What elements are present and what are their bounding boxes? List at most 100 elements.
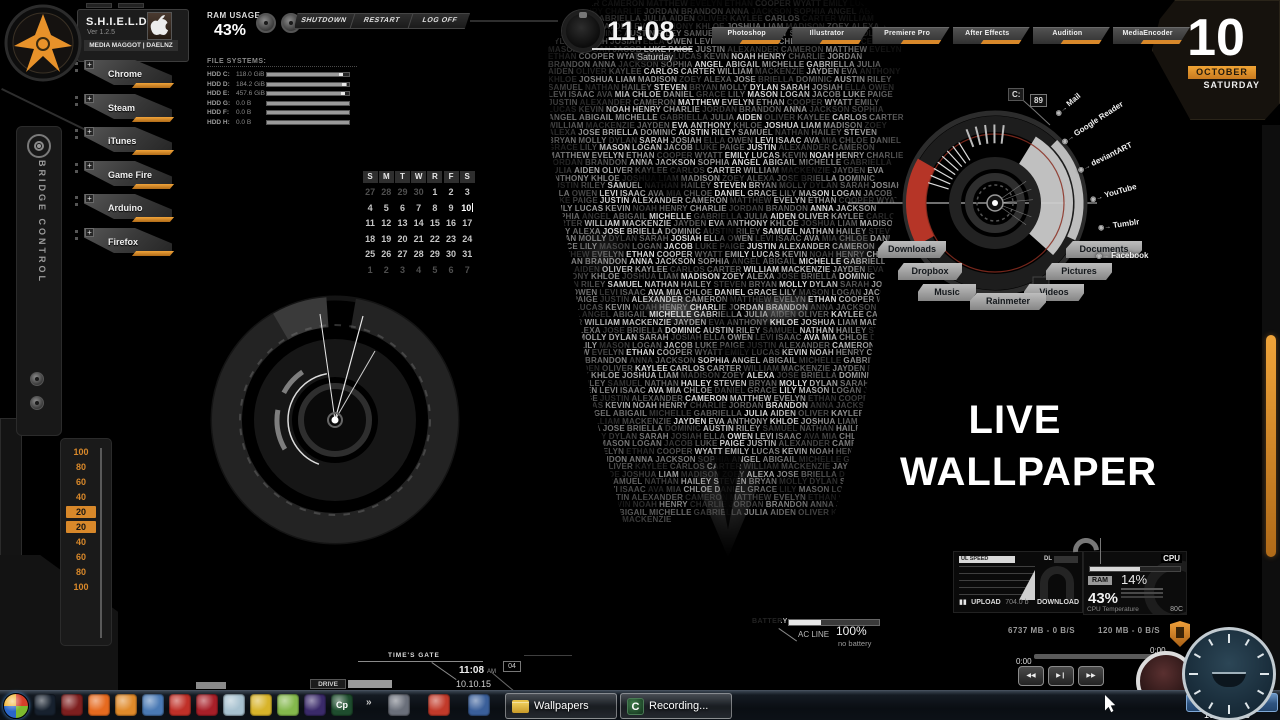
- launcher-game-fire[interactable]: Game Fire +: [75, 161, 180, 191]
- add-icon[interactable]: +: [85, 94, 94, 103]
- launcher-arduino[interactable]: Arduino +: [75, 194, 180, 224]
- link-facebook[interactable]: ◉→ Facebook: [1096, 251, 1148, 260]
- task-wallpapers[interactable]: Wallpapers: [505, 693, 617, 719]
- folder-dropbox[interactable]: Dropbox: [898, 263, 962, 280]
- calendar-day[interactable]: 24: [460, 232, 475, 248]
- calendar-day[interactable]: 11: [363, 216, 378, 232]
- bamboo-paper-icon[interactable]: [223, 694, 245, 716]
- autocad-icon[interactable]: [196, 694, 218, 716]
- calendar-day[interactable]: 22: [427, 232, 442, 248]
- calendar-day[interactable]: 27: [363, 185, 378, 201]
- calendar-day[interactable]: 18: [363, 232, 378, 248]
- calendar-day[interactable]: 12: [379, 216, 394, 232]
- captivate-icon[interactable]: Cp: [331, 694, 353, 716]
- add-icon[interactable]: +: [85, 60, 94, 69]
- calendar-day[interactable]: 17: [460, 216, 475, 232]
- media-center-icon[interactable]: [468, 694, 490, 716]
- calendar-day[interactable]: 16: [444, 216, 459, 232]
- calendar-day[interactable]: 29: [395, 185, 410, 201]
- media-prev-button[interactable]: ◀◀: [1018, 666, 1044, 686]
- calendar-day[interactable]: 9: [444, 201, 459, 217]
- launcher-chrome[interactable]: Chrome +: [75, 60, 180, 90]
- firefox-icon[interactable]: [88, 694, 110, 716]
- calendar-day[interactable]: 2: [444, 185, 459, 201]
- folder-music[interactable]: Music: [918, 284, 976, 301]
- calendar-day[interactable]: 28: [379, 185, 394, 201]
- add-icon[interactable]: +: [85, 194, 94, 203]
- launcher-firefox[interactable]: Firefox +: [75, 228, 180, 258]
- android-studio-icon[interactable]: [277, 694, 299, 716]
- rainmeter-shield-icon[interactable]: [1170, 621, 1190, 647]
- media-play-button[interactable]: ▶❙: [1048, 666, 1074, 686]
- calendar-day[interactable]: 5: [379, 201, 394, 217]
- calendar-day[interactable]: 8: [427, 201, 442, 217]
- adobe-app-photoshop[interactable]: Photoshop: [712, 27, 790, 44]
- folder-pictures[interactable]: Pictures: [1046, 263, 1112, 280]
- right-edge-orange-bar[interactable]: [1266, 335, 1276, 557]
- settings-knob-icon[interactable]: [256, 13, 276, 33]
- screen-recorder-icon[interactable]: [428, 694, 450, 716]
- calendar-day[interactable]: 7: [411, 201, 426, 217]
- media-next-button[interactable]: ▶▶: [1078, 666, 1104, 686]
- hud-round-button-1[interactable]: [30, 372, 44, 386]
- calendar-day[interactable]: 30: [411, 185, 426, 201]
- calendar-day[interactable]: 3: [395, 263, 410, 279]
- calendar-day[interactable]: 10: [460, 201, 475, 217]
- shield-eagle-logo[interactable]: [4, 4, 82, 82]
- speedometer-gauge[interactable]: [1182, 627, 1276, 720]
- power-button-restart[interactable]: RESTART: [350, 14, 414, 28]
- calendar-day[interactable]: 6: [444, 263, 459, 279]
- calendar-day[interactable]: 13: [395, 216, 410, 232]
- adobe-app-after-effects[interactable]: After Effects: [952, 27, 1030, 44]
- calendar-day[interactable]: 1: [427, 185, 442, 201]
- calendar-day[interactable]: 3: [460, 185, 475, 201]
- itunes-icon[interactable]: [388, 694, 410, 716]
- folder-downloads[interactable]: Downloads: [878, 241, 946, 258]
- steam-icon[interactable]: [34, 694, 56, 716]
- calendar-day[interactable]: 7: [460, 263, 475, 279]
- adobe-app-mediaencoder[interactable]: MediaEncoder: [1112, 27, 1191, 44]
- launcher-steam[interactable]: Steam +: [75, 94, 180, 124]
- dictionary-icon[interactable]: [61, 694, 83, 716]
- calendar-day[interactable]: 5: [427, 263, 442, 279]
- calendar-day[interactable]: 27: [395, 247, 410, 263]
- calendar-day[interactable]: 14: [411, 216, 426, 232]
- ruby-icon[interactable]: [169, 694, 191, 716]
- calendar-day[interactable]: 15: [427, 216, 442, 232]
- launcher-itunes[interactable]: iTunes +: [75, 127, 180, 157]
- my-computer-icon[interactable]: [142, 694, 164, 716]
- overflow-chevron-icon[interactable]: »: [366, 697, 372, 708]
- start-button[interactable]: [3, 693, 29, 719]
- calendar-day[interactable]: 2: [379, 263, 394, 279]
- adobe-app-illustrator[interactable]: Illustrator: [792, 27, 870, 44]
- adobe-app-premiere-pro[interactable]: Premiere Pro: [872, 27, 950, 44]
- task-recording[interactable]: C Recording...: [620, 693, 732, 719]
- calendar-day[interactable]: 26: [379, 247, 394, 263]
- arduino-icon[interactable]: [250, 694, 272, 716]
- add-icon[interactable]: +: [85, 161, 94, 170]
- add-icon[interactable]: +: [85, 127, 94, 136]
- calendar-day[interactable]: 4: [363, 201, 378, 217]
- calendar-day[interactable]: 19: [379, 232, 394, 248]
- adobe-app-audition[interactable]: Audition: [1032, 27, 1110, 44]
- power-button-log-off[interactable]: LOG OFF: [408, 14, 470, 28]
- calendar-day[interactable]: 4: [411, 263, 426, 279]
- power-button-shutdown[interactable]: SHUTDOWN: [294, 14, 356, 28]
- calendar-day[interactable]: 6: [395, 201, 410, 217]
- apple-icon-box[interactable]: [147, 12, 172, 40]
- add-icon[interactable]: +: [85, 228, 94, 237]
- calendar-day[interactable]: 28: [411, 247, 426, 263]
- clock-knob-icon[interactable]: [562, 10, 604, 52]
- folder-rainmeter[interactable]: Rainmeter: [970, 293, 1046, 310]
- calendar-day[interactable]: 25: [363, 247, 378, 263]
- calendar-day[interactable]: 21: [411, 232, 426, 248]
- zend-icon[interactable]: [115, 694, 137, 716]
- 3ds-max-icon[interactable]: [304, 694, 326, 716]
- calendar-day[interactable]: 30: [444, 247, 459, 263]
- calendar-day[interactable]: 20: [395, 232, 410, 248]
- calendar-day[interactable]: 31: [460, 247, 475, 263]
- hud-round-button-2[interactable]: [30, 396, 44, 410]
- calendar-day[interactable]: 29: [427, 247, 442, 263]
- calendar-day[interactable]: 1: [363, 263, 378, 279]
- calendar-day[interactable]: 23: [444, 232, 459, 248]
